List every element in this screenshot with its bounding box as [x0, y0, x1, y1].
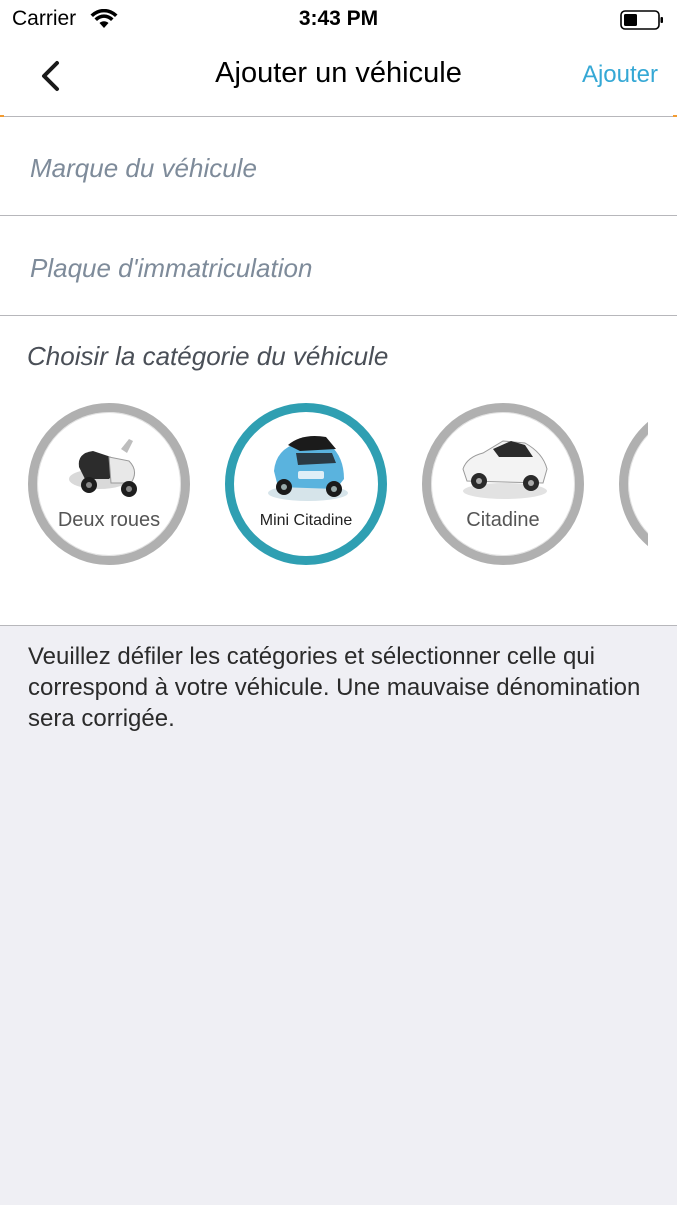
help-text: Veuillez défiler les catégories et sélec…	[28, 643, 641, 732]
status-bar: Carrier 3:43 PM	[0, 0, 677, 40]
scooter-icon	[69, 439, 137, 497]
battery-icon	[620, 10, 663, 30]
brand-field-row	[0, 117, 677, 216]
mini-car-icon	[268, 436, 348, 501]
vehicle-form: Choisir la catégorie du véhicule Deux ro…	[0, 117, 677, 626]
navigation-bar: Ajouter un véhicule Ajouter	[0, 40, 677, 117]
plate-field-row	[0, 217, 677, 316]
page-title: Ajouter un véhicule	[215, 57, 462, 89]
add-button[interactable]: Ajouter	[582, 61, 658, 89]
category-two-wheels[interactable]: Deux roues	[28, 403, 190, 565]
brand-input[interactable]	[28, 147, 652, 189]
category-city-car[interactable]: Citadine	[422, 403, 584, 565]
category-heading: Choisir la catégorie du véhicule	[27, 341, 389, 371]
category-label: Deux roues	[57, 509, 161, 531]
status-time: 3:43 PM	[298, 7, 379, 30]
category-label: Citadine	[466, 509, 540, 531]
category-mini-city-car[interactable]: Mini Citadine	[225, 403, 387, 565]
category-next-partial[interactable]	[619, 403, 648, 565]
car-icon	[462, 440, 548, 499]
category-ring	[619, 403, 648, 565]
category-carousel[interactable]: Deux roues Mini Citadine Citadine	[0, 403, 648, 573]
category-label: Mini Citadine	[259, 512, 353, 529]
plate-input[interactable]	[28, 247, 652, 289]
